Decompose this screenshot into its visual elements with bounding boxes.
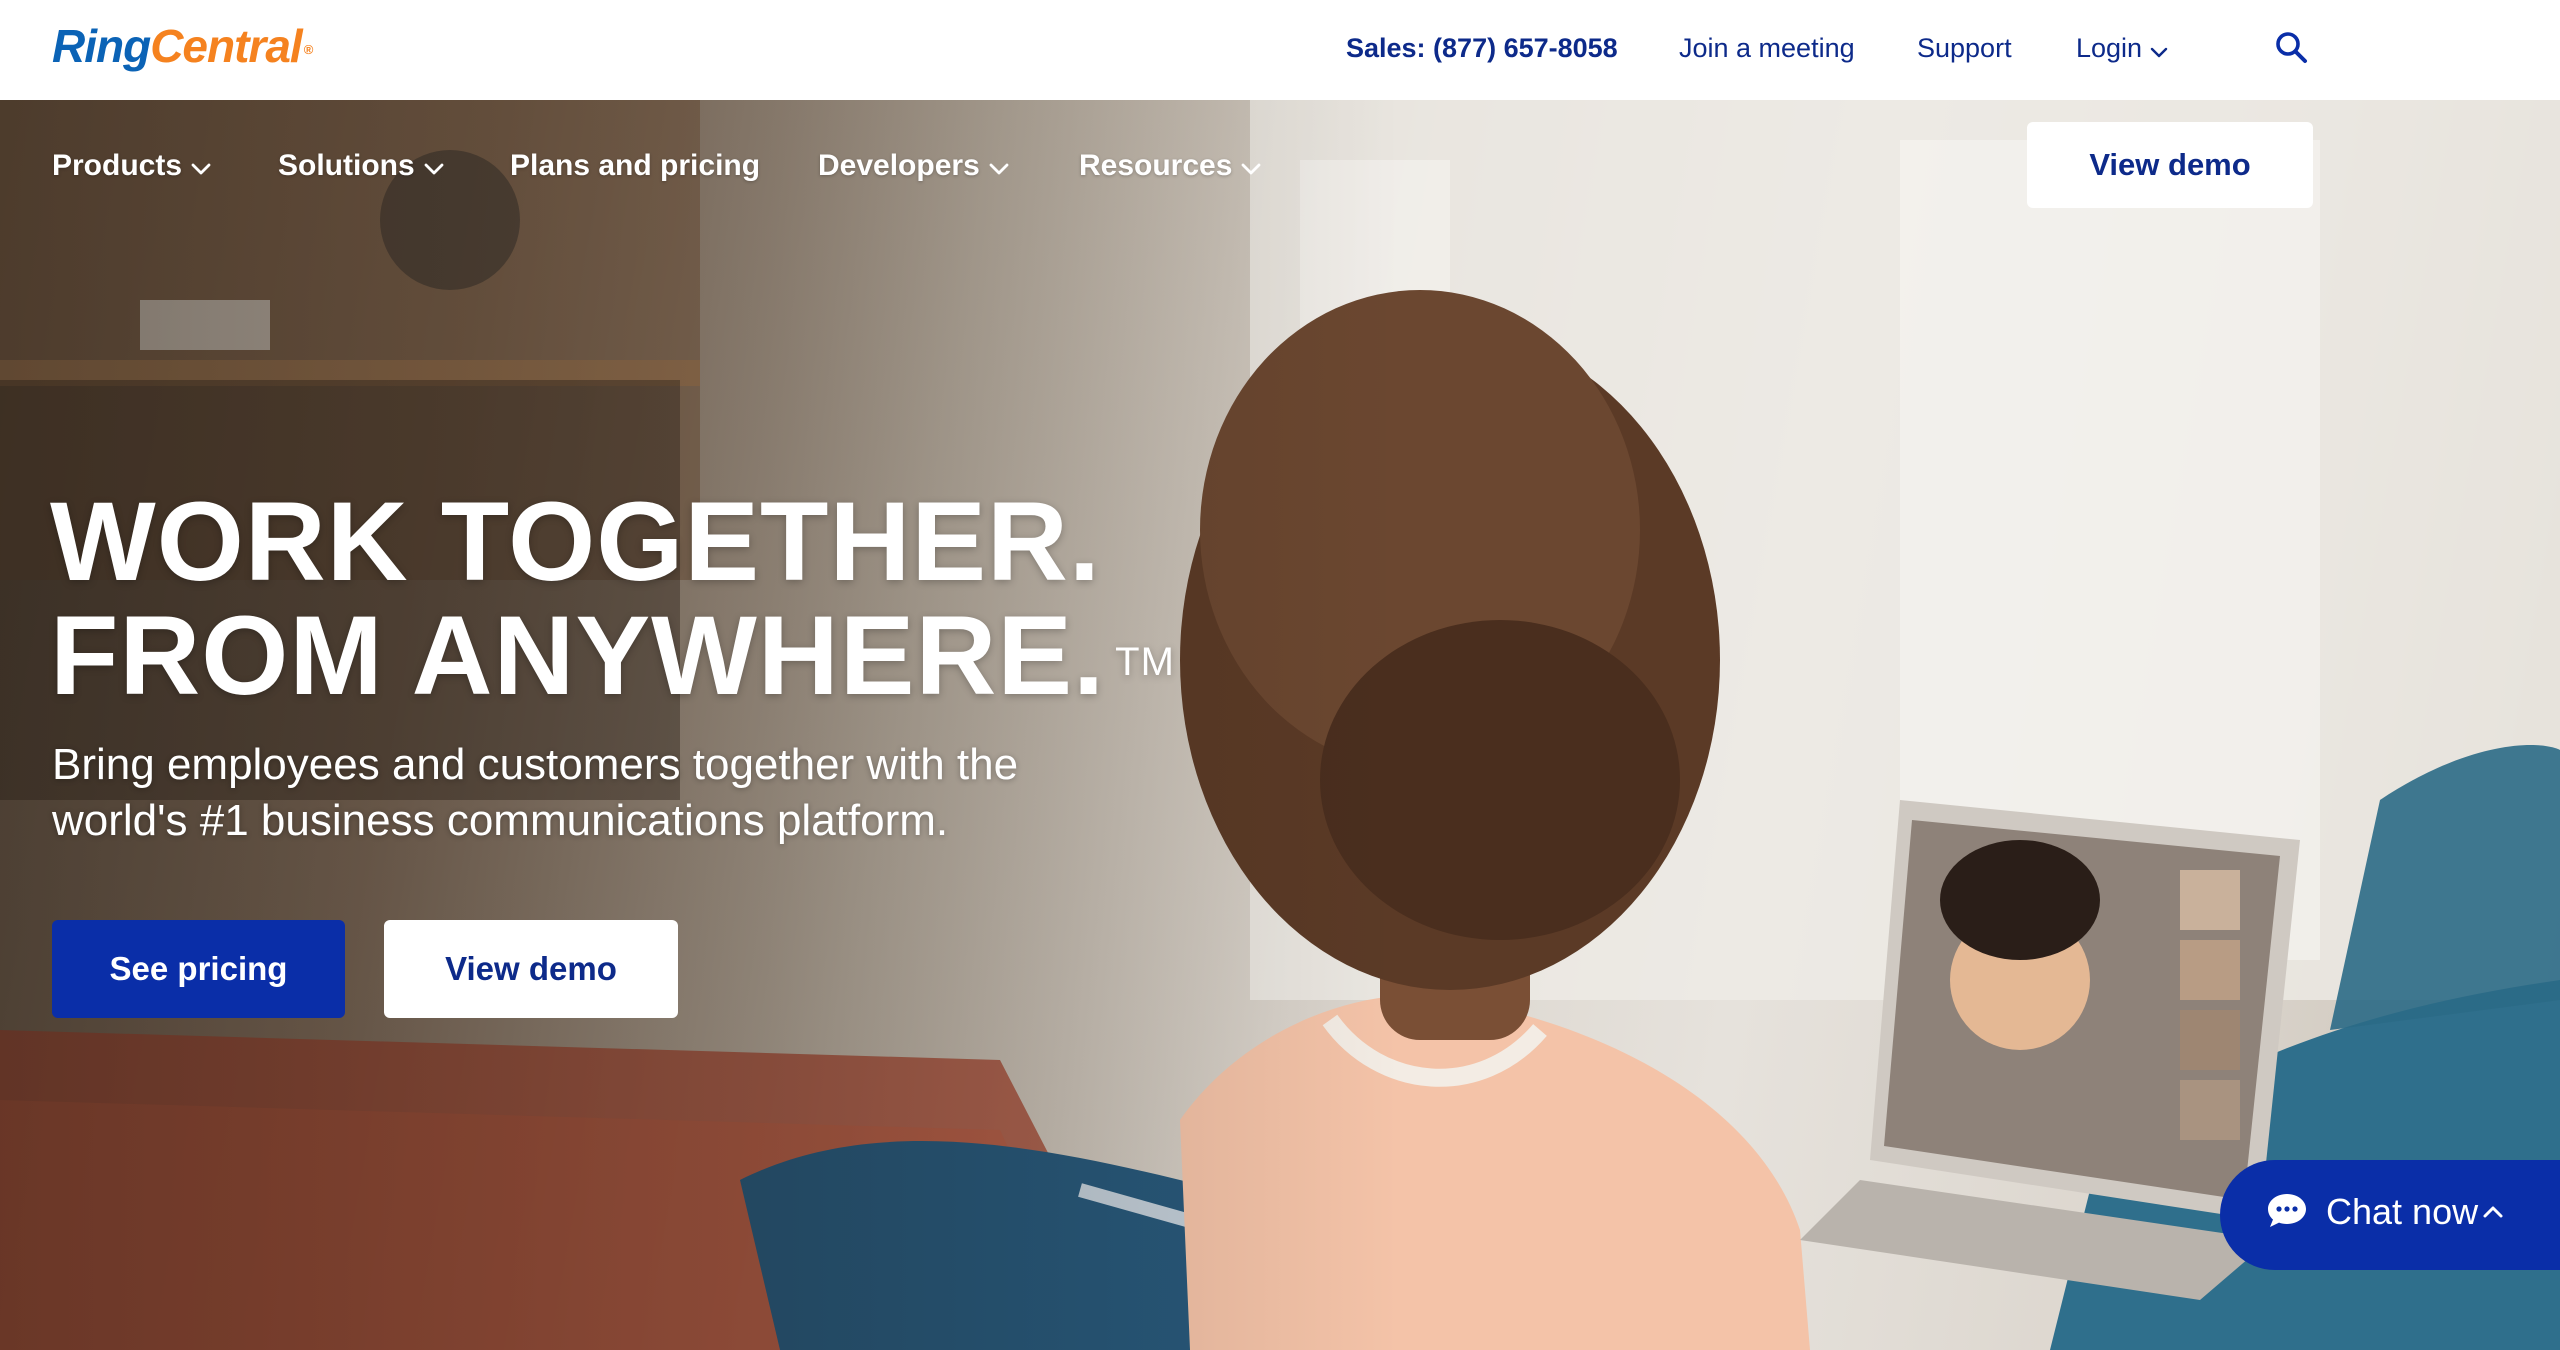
nav-solutions[interactable]: Solutions	[278, 146, 445, 186]
hero-subtitle: Bring employees and customers together w…	[52, 740, 1019, 845]
logo-text-central: Central	[150, 20, 302, 72]
nav-resources[interactable]: Resources	[1079, 146, 1262, 186]
login-label: Login	[2076, 33, 2143, 63]
login-dropdown[interactable]: Login	[2076, 30, 2168, 66]
logo-registered-mark: ®	[303, 42, 314, 57]
chat-bubble-icon	[2266, 1192, 2308, 1230]
utility-bar: RingCentral ® Sales: (877) 657-8058 Join …	[0, 0, 2560, 100]
join-meeting-link[interactable]: Join a meeting	[1679, 30, 1855, 66]
nav-resources-label: Resources	[1079, 149, 1233, 182]
hero-section: Products Solutions Plans and pricing Dev…	[0, 100, 2560, 1350]
nav-developers[interactable]: Developers	[818, 146, 1010, 186]
hero-title-line-1: WORK TOGETHER.	[50, 479, 1102, 604]
logo-text-ring: Ring	[52, 20, 151, 72]
search-icon[interactable]	[2274, 30, 2310, 66]
chevron-down-icon	[423, 147, 445, 187]
nav-products-label: Products	[52, 149, 183, 182]
nav-products[interactable]: Products	[52, 146, 212, 186]
trademark-mark: TM	[1115, 640, 1175, 684]
see-pricing-button[interactable]: See pricing	[52, 920, 345, 1018]
view-demo-nav-button[interactable]: View demo	[2027, 122, 2313, 208]
support-link[interactable]: Support	[1917, 30, 2012, 66]
nav-developers-label: Developers	[818, 149, 980, 182]
sales-phone-link[interactable]: Sales: (877) 657-8058	[1346, 30, 1618, 66]
hero-title-line-2: FROM ANYWHERE. TM	[50, 599, 1250, 713]
chevron-down-icon	[988, 147, 1010, 187]
chevron-down-icon	[2150, 32, 2168, 68]
chevron-up-icon[interactable]	[2482, 1204, 2504, 1220]
hero-text-shade	[0, 100, 1400, 1350]
hero-title: WORK TOGETHER. FROM ANYWHERE. TM	[50, 485, 1250, 713]
chat-now-label: Chat now	[2326, 1191, 2479, 1232]
hero-title-line-2-text: FROM ANYWHERE.	[50, 593, 1106, 718]
chevron-down-icon	[1240, 147, 1262, 187]
chevron-down-icon	[190, 147, 212, 187]
nav-plans-and-pricing[interactable]: Plans and pricing	[510, 146, 760, 186]
chat-now-widget[interactable]: Chat now	[2220, 1160, 2560, 1270]
ringcentral-logo[interactable]: RingCentral ®	[52, 20, 314, 72]
view-demo-hero-button[interactable]: View demo	[384, 920, 678, 1018]
nav-solutions-label: Solutions	[278, 149, 415, 182]
